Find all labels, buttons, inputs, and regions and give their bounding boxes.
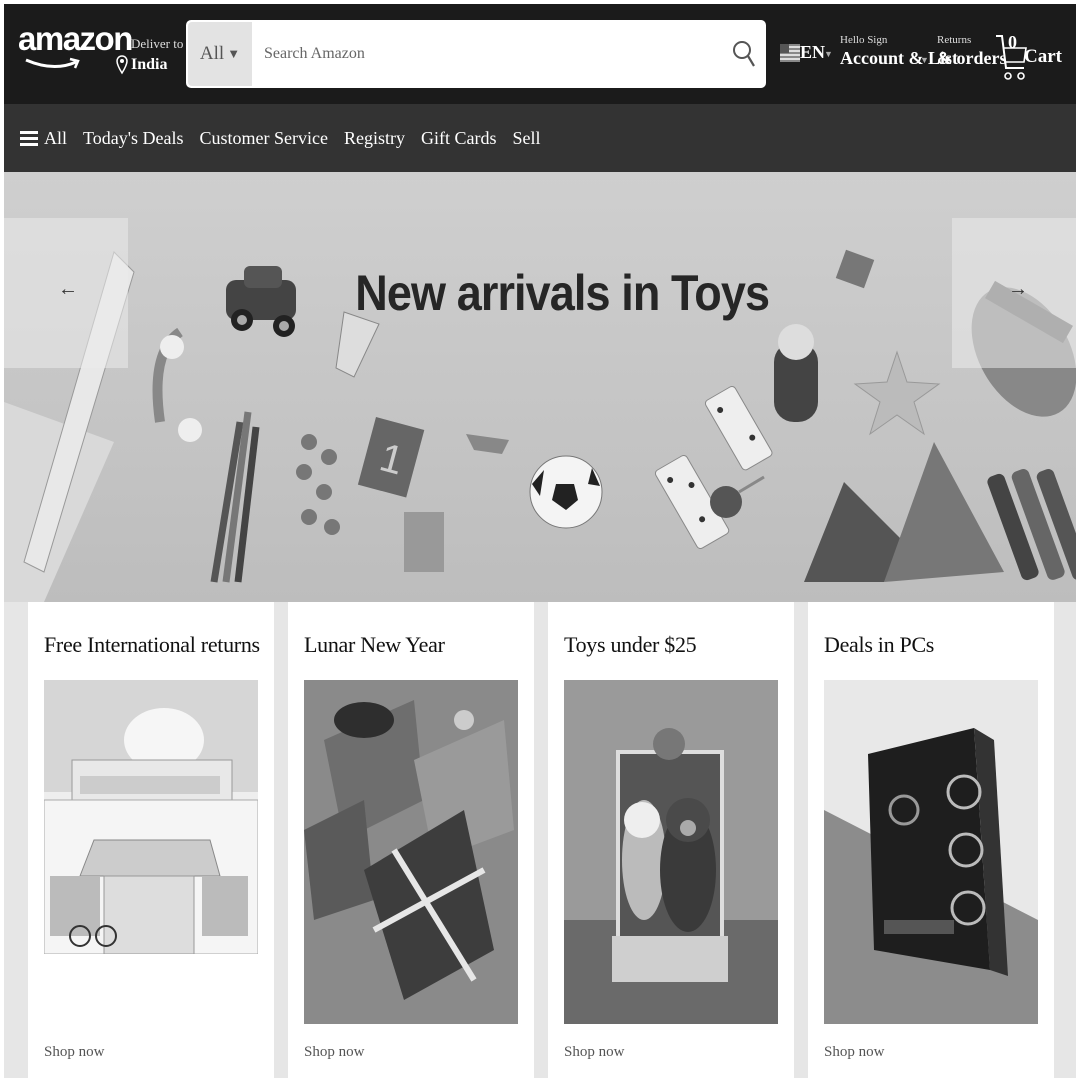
cart-label: Cart <box>1024 46 1062 67</box>
card-title: Deals in PCs <box>824 632 935 657</box>
account-greeting: Hello Sign <box>840 34 888 46</box>
us-flag-icon <box>780 44 800 62</box>
language-label: EN <box>800 42 826 62</box>
search-category-dropdown[interactable]: All ▼ <box>188 22 252 86</box>
promo-card-toys-under-25[interactable]: Toys under $25 Shop now <box>548 602 794 1078</box>
card-title: Lunar New Year <box>304 632 445 657</box>
shop-now-link[interactable]: Shop now <box>824 1044 884 1061</box>
nav-link-sell[interactable]: Sell <box>512 128 540 149</box>
search-icon[interactable] <box>732 40 756 68</box>
account-label: Account & List <box>840 48 958 68</box>
cart-button[interactable]: 0 Cart <box>994 30 1064 84</box>
card-title: Toys under $25 <box>564 632 697 657</box>
all-menu-label: All <box>44 127 68 148</box>
teddy-bears-photo[interactable] <box>564 680 778 1024</box>
logo-smile-icon <box>25 57 80 69</box>
shop-now-link[interactable]: Shop now <box>564 1044 624 1061</box>
orders-label: & orders <box>937 48 1007 68</box>
caret-down-icon: ▼ <box>227 46 241 61</box>
hero-title: New arrivals in Toys <box>355 265 770 321</box>
promo-card-lunar-new-year[interactable]: Lunar New Year Shop now <box>288 602 534 1078</box>
card-title: Free International returns <box>44 632 260 657</box>
shop-now-link[interactable]: Shop now <box>304 1044 364 1061</box>
deliver-to-location[interactable]: Deliver to India <box>116 36 183 84</box>
cart-count: 0 <box>1008 32 1017 52</box>
search-bar: All ▼ <box>186 20 766 88</box>
returns-orders-link[interactable]: Returns & orders <box>937 34 1007 78</box>
toys-illustration: 1 <box>4 249 1076 602</box>
language-selector[interactable]: EN ▼ <box>780 42 833 66</box>
shop-now-link[interactable]: Shop now <box>44 1044 104 1061</box>
page-frame: amazon Deliver to India All ▼ Search Ama… <box>4 4 1076 1078</box>
caret-down-icon: ▼ <box>920 55 929 65</box>
amazon-logo[interactable]: amazon <box>18 20 133 78</box>
deliver-country: India <box>131 56 168 73</box>
promo-card-returns[interactable]: Free International returns Shop now <box>28 602 274 1078</box>
account-menu[interactable]: Hello Sign Account & List ▼ <box>840 34 958 78</box>
search-input[interactable] <box>264 34 724 74</box>
logo-text: amazon <box>18 20 133 57</box>
nav-link-gift-cards[interactable]: Gift Cards <box>421 128 497 149</box>
hero-banner[interactable]: 1 ← → New arrivals in Toys <box>4 172 1076 602</box>
search-category-label: All <box>199 43 225 64</box>
hamburger-icon <box>20 130 38 146</box>
nav-link-registry[interactable]: Registry <box>344 128 405 149</box>
all-menu-button[interactable]: All <box>20 128 67 149</box>
top-navbar: amazon Deliver to India All ▼ Search Ama… <box>4 4 1076 104</box>
secondary-navbar: All Today's Deals Customer Service Regis… <box>4 104 1076 172</box>
promo-card-deals-in-pcs[interactable]: Deals in PCs Shop now <box>808 602 1054 1078</box>
pc-case-photo[interactable] <box>824 680 1038 1024</box>
nav-link-todays-deals[interactable]: Today's Deals <box>83 128 183 149</box>
returns-label: Returns <box>937 34 972 46</box>
storefront-illustration[interactable] <box>44 680 258 1024</box>
deliver-label: Deliver to <box>131 36 184 51</box>
nav-link-customer-service[interactable]: Customer Service <box>199 128 327 149</box>
location-pin-icon <box>116 55 128 75</box>
caret-down-icon: ▼ <box>824 49 833 59</box>
gift-boxes-photo[interactable] <box>304 680 518 1024</box>
